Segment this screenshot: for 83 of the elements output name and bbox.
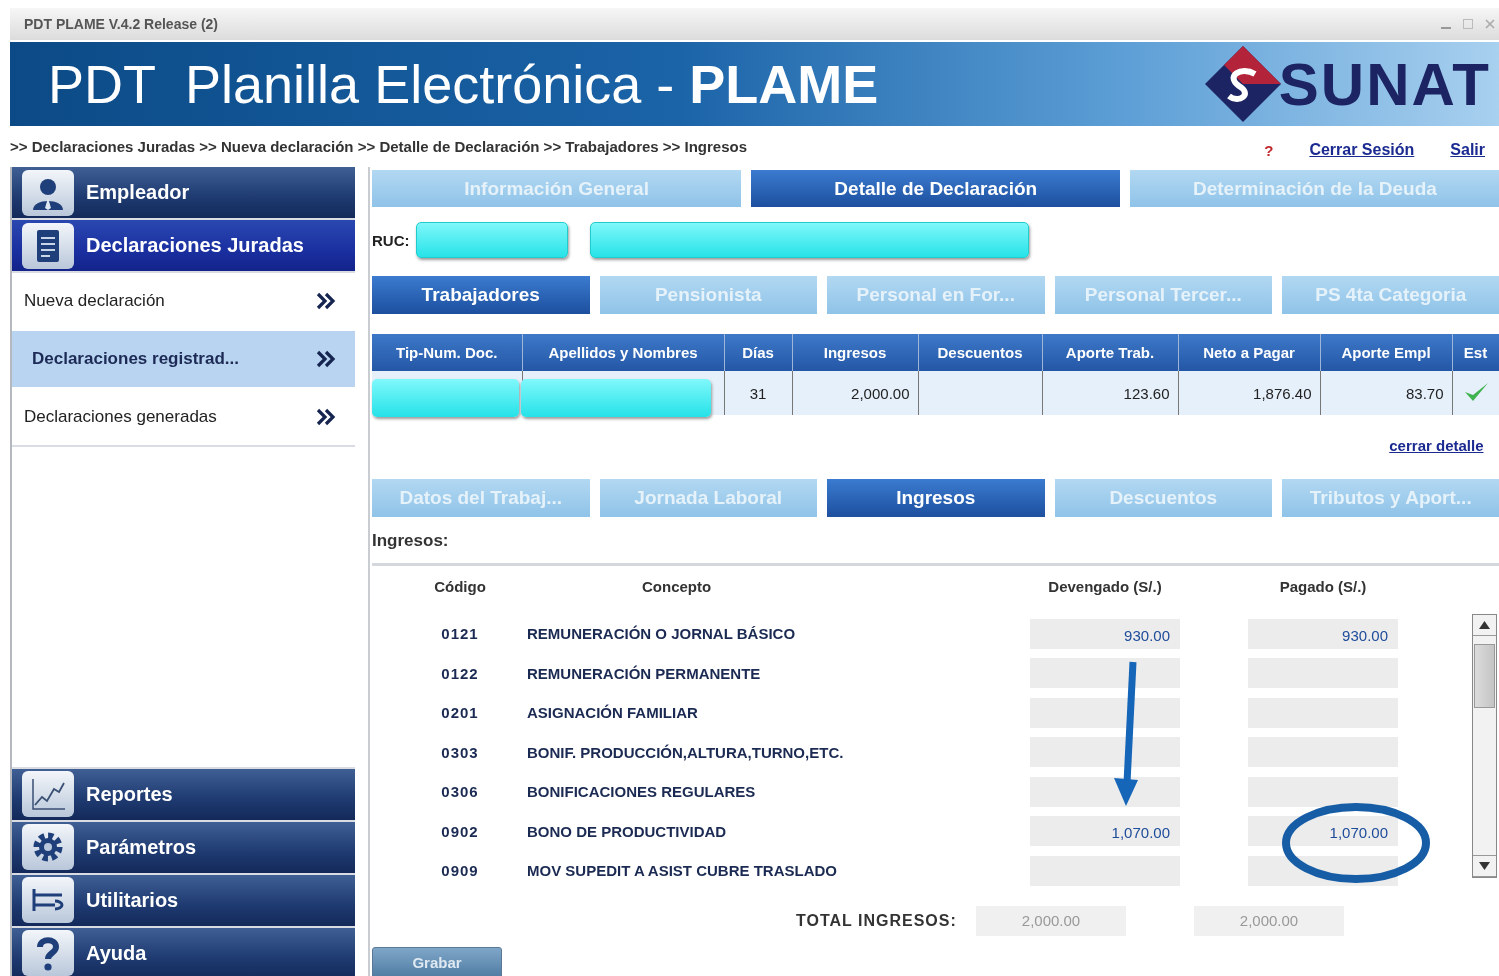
amount-field[interactable]: 1,070.00	[1030, 816, 1180, 847]
section-label: Ayuda	[86, 941, 147, 965]
concept-cell-text: BONO DE PRODUCTIVIDAD	[527, 822, 728, 840]
concept-cell-text: REMUNERACIÓN O JORNAL BÁSICO	[527, 625, 797, 643]
amount-field[interactable]	[1030, 697, 1180, 728]
double-chevron-icon	[315, 291, 337, 311]
concept-cell-text: MOV SUPEDIT A ASIST CUBRE TRASLADO	[527, 862, 838, 880]
input-field[interactable]	[415, 222, 568, 258]
column-header: Aporte Trab.	[1042, 334, 1178, 371]
field-label: RUC:	[372, 231, 410, 249]
section-label: Declaraciones Juradas	[86, 234, 304, 257]
column-header: Código	[433, 578, 487, 597]
sidebar-section[interactable]: Empleador	[12, 167, 355, 218]
amount-field[interactable]: 1,070.00	[1248, 816, 1398, 847]
sidebar-section[interactable]: Reportes	[12, 768, 355, 820]
table-cell: 123.60	[1042, 371, 1178, 415]
section-label: Utilitarios	[86, 888, 179, 912]
column-header: Pagado (S/.)	[1278, 578, 1368, 597]
tab[interactable]: Trabajadores	[372, 276, 590, 314]
column-header: Apellidos y Nombres	[522, 334, 724, 371]
column-header: Devengado (S/.)	[1047, 578, 1163, 597]
scrollbar[interactable]	[1472, 614, 1497, 878]
section-label: Parámetros	[86, 835, 197, 859]
column-header: Descuentos	[918, 334, 1042, 371]
column-header: Tip-Num. Doc.	[372, 334, 522, 371]
table-cell: 31	[724, 371, 792, 415]
total-field: 2,000.00	[976, 905, 1126, 936]
close-icon[interactable]	[1483, 17, 1497, 31]
item-label: Nueva declaración	[24, 291, 165, 311]
code-cell-text: 0909	[440, 862, 480, 880]
total-label: TOTAL INGRESOS:	[796, 911, 958, 930]
scroll-thumb[interactable]	[1474, 644, 1495, 708]
amount-field[interactable]	[1248, 776, 1398, 807]
table-cell: 2,000.00	[792, 371, 918, 415]
amount-field[interactable]	[1030, 658, 1180, 689]
concept-cell-text: BONIFICACIONES REGULARES	[527, 783, 757, 801]
column-header: Días	[724, 334, 792, 371]
code-cell-text: 0306	[440, 783, 480, 801]
input-field[interactable]	[589, 222, 1029, 258]
code-cell-text: 0122	[440, 664, 480, 682]
double-chevron-icon	[315, 349, 337, 369]
concept-cell-text: BONIF. PRODUCCIÓN,ALTURA,TURNO,ETC.	[527, 743, 845, 761]
column-header: Concepto	[642, 578, 712, 597]
column-header: Aporte Empl	[1320, 334, 1452, 371]
sidebar-section[interactable]: Ayuda	[12, 927, 355, 976]
header-link[interactable]: Cerrar Sesión	[1309, 141, 1415, 159]
help-link[interactable]: ?	[1264, 141, 1274, 159]
concept-cell-text: REMUNERACIÓN PERMANENTE	[527, 664, 762, 682]
code-cell-text: 0303	[440, 743, 480, 761]
sidebar-section[interactable]: Utilitarios	[12, 874, 355, 926]
code-cell-text: 0902	[440, 822, 480, 840]
maximize-icon[interactable]	[1461, 17, 1475, 31]
concept-cell-text: ASIGNACIÓN FAMILIAR	[527, 704, 699, 722]
table-cell: 83.70	[1320, 371, 1452, 415]
item-label: Declaraciones generadas	[24, 407, 217, 427]
amount-field[interactable]: 930.00	[1030, 618, 1180, 649]
app-title: PDT Planilla Electrónica - PLAME	[47, 53, 879, 115]
total-field: 2,000.00	[1194, 905, 1344, 936]
section-label: Reportes	[86, 782, 173, 806]
sidebar-section[interactable]: Parámetros	[12, 821, 355, 873]
code-cell-text: 0121	[440, 625, 480, 643]
double-chevron-icon	[315, 407, 337, 427]
column-header: Ingresos	[792, 334, 918, 371]
section-heading: Ingresos:	[372, 531, 450, 552]
section-label: Empleador	[86, 181, 190, 204]
window-title: PDT PLAME V.4.2 Release (2)	[24, 16, 218, 32]
table-cell: 1,876.40	[1178, 371, 1320, 415]
sidebar-item[interactable]: Declaraciones registrad...	[12, 331, 355, 387]
amount-field[interactable]: 930.00	[1248, 618, 1398, 649]
column-header: Est	[1452, 334, 1499, 371]
code-cell-text: 0201	[440, 704, 480, 722]
sidebar-section[interactable]: Declaraciones Juradas	[12, 220, 355, 271]
tab[interactable]: Ingresos	[827, 479, 1045, 517]
amount-field[interactable]	[1030, 737, 1180, 768]
close-detail-link[interactable]: cerrar detalle	[1389, 437, 1484, 461]
item-label: Declaraciones registrad...	[32, 349, 239, 369]
column-header: Neto a Pagar	[1178, 334, 1320, 371]
tab[interactable]: Detalle de Declaración	[751, 170, 1121, 207]
breadcrumb: >> Declaraciones Juradas >> Nueva declaración >> Detalle de Declaración >> Trabajadores >> Ingresos	[10, 137, 748, 155]
logo-text: SUNAT	[1278, 49, 1491, 119]
header-link[interactable]: Salir	[1450, 141, 1485, 159]
scroll-down-icon	[1473, 855, 1496, 877]
amount-field[interactable]	[1030, 776, 1180, 807]
